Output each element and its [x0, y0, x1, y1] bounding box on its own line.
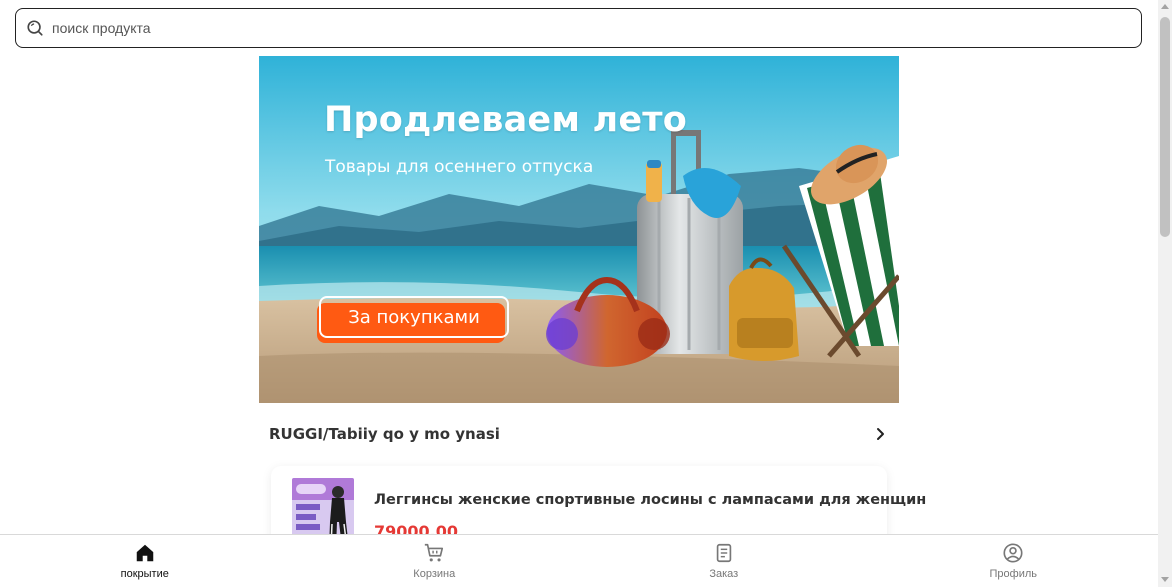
- vertical-scrollbar[interactable]: [1158, 0, 1172, 587]
- search-icon: [27, 20, 43, 36]
- nav-label-home: покрытие: [120, 568, 169, 580]
- nav-item-home[interactable]: покрытие: [0, 535, 290, 587]
- nav-label-cart: Корзина: [413, 568, 456, 580]
- order-icon: [716, 543, 731, 563]
- app-viewport: Продлеваем лето Товары для осеннего отпу…: [0, 0, 1172, 587]
- nav-item-cart[interactable]: Корзина: [290, 535, 580, 587]
- nav-item-orders[interactable]: Заказ: [579, 535, 869, 587]
- section-header[interactable]: RUGGI/Tabiiy qo y mo ynasi: [259, 414, 899, 454]
- banner-title: Продлеваем лето: [324, 100, 688, 140]
- search-input[interactable]: [52, 20, 1141, 36]
- product-name: Леггинсы женские спортивные лосины с лам…: [374, 492, 927, 508]
- nav-label-orders: Заказ: [709, 568, 739, 580]
- cart-icon: [425, 543, 444, 562]
- home-icon: [136, 544, 153, 562]
- promo-banner[interactable]: Продлеваем лето Товары для осеннего отпу…: [259, 56, 899, 403]
- chevron-right-icon[interactable]: [873, 427, 887, 441]
- nav-label-profile: Профиль: [989, 568, 1038, 580]
- bottom-navigation: покрытие Корзина Заказ Профиль: [0, 534, 1158, 587]
- scroll-down-arrow-icon[interactable]: [1161, 577, 1169, 582]
- shop-now-button[interactable]: За покупками: [319, 296, 509, 338]
- scroll-up-arrow-icon[interactable]: [1161, 4, 1169, 9]
- profile-icon: [1003, 543, 1023, 563]
- scrollbar-thumb[interactable]: [1160, 17, 1170, 237]
- nav-item-profile[interactable]: Профиль: [869, 535, 1159, 587]
- search-bar[interactable]: [15, 8, 1142, 48]
- section-title: RUGGI/Tabiiy qo y mo ynasi: [269, 425, 500, 443]
- banner-subtitle: Товары для осеннего отпуска: [325, 157, 594, 177]
